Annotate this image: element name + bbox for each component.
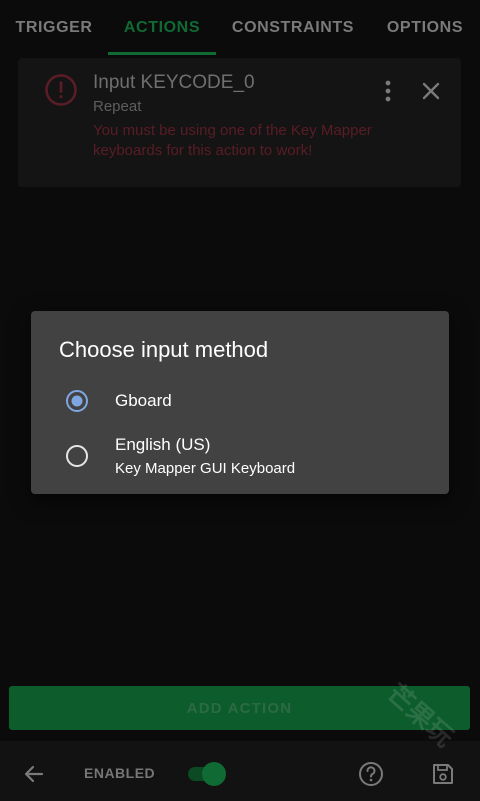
tab-trigger[interactable]: TRIGGER [0,0,108,56]
back-arrow-icon[interactable] [22,762,46,786]
action-title: Input KEYCODE_0 [93,72,255,93]
tab-actions[interactable]: ACTIONS [108,0,216,56]
dialog-title: Choose input method [59,337,269,362]
radio-selected-icon[interactable] [65,389,89,413]
toggle-thumb [202,762,226,786]
option-english-us[interactable]: English (US) Key Mapper GUI Keyboard [31,431,449,481]
help-icon[interactable] [358,761,384,787]
tab-options[interactable]: OPTIONS [370,0,480,56]
tab-constraints[interactable]: CONSTRAINTS [216,0,370,56]
error-icon [45,74,77,106]
action-card[interactable]: Input KEYCODE_0 Repeat You must be using… [18,58,461,187]
active-tab-indicator [108,52,216,55]
close-icon[interactable] [418,78,444,104]
option-label: English (US) [115,435,211,454]
enabled-toggle[interactable] [186,762,226,786]
action-error-text: You must be using one of the Key Mapper … [93,122,372,159]
option-sublabel: Key Mapper GUI Keyboard [115,460,296,477]
radio-unselected-icon[interactable] [65,444,89,468]
input-method-dialog: Choose input method Gboard English (US) … [31,311,449,494]
screen: TRIGGER ACTIONS CONSTRAINTS OPTIONS Inpu… [0,0,480,801]
enabled-label: ENABLED [84,765,156,781]
action-subtitle: Repeat [93,98,142,115]
option-gboard[interactable]: Gboard [31,383,449,419]
option-label: Gboard [115,391,172,410]
more-vert-icon[interactable] [378,78,398,104]
tab-bar: TRIGGER ACTIONS CONSTRAINTS OPTIONS [0,0,480,56]
